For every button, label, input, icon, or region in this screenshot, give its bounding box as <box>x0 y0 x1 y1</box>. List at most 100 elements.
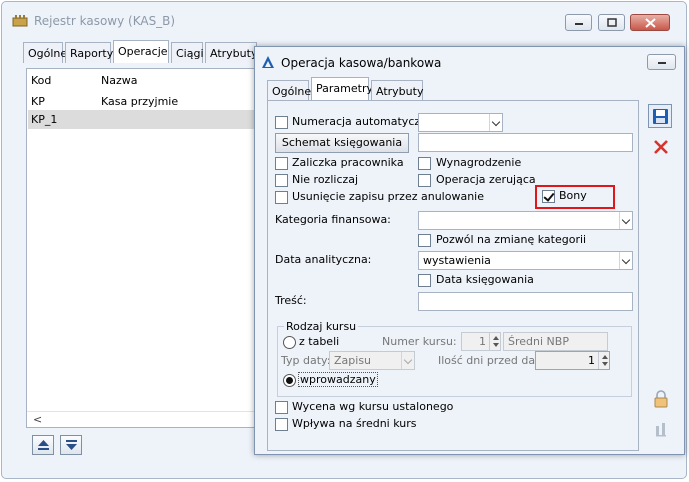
wprowadzany-radio[interactable] <box>283 374 296 387</box>
ilosc-dni-stepper[interactable]: 1 <box>535 351 610 370</box>
bony-label: Bony <box>559 189 587 202</box>
schemat-ksiegowania-button[interactable]: Schemat księgowania <box>275 133 409 153</box>
bony-checkbox[interactable] <box>542 190 555 203</box>
bg-tab-atrybuty[interactable]: Atrybuty <box>205 42 257 63</box>
tab-atrybuty[interactable]: Atrybuty <box>371 80 423 101</box>
spinner-arrows-icon[interactable] <box>598 352 609 369</box>
numeracja-checkbox[interactable] <box>275 116 288 129</box>
spinner-arrows-icon[interactable] <box>489 333 500 350</box>
dialog-title-bar: Operacja kasowa/bankowa <box>255 47 684 75</box>
kategoria-label: Kategoria finansowa: <box>275 213 391 226</box>
floppy-disk-icon <box>653 109 668 124</box>
app-logo-icon <box>262 56 274 68</box>
bg-tab-label: Raporty <box>70 47 114 60</box>
tab-ogolne[interactable]: Ogólne <box>267 80 311 101</box>
kategoria-dropdown[interactable] <box>418 211 633 230</box>
close-window-button[interactable] <box>630 14 670 31</box>
chevron-down-icon[interactable] <box>619 212 632 229</box>
close-icon <box>645 18 656 28</box>
z-tabeli-label: z tabeli <box>299 335 340 348</box>
wplywa-label: Wpływa na średni kurs <box>292 417 417 430</box>
maximize-icon <box>607 18 617 27</box>
wynagrodzenie-checkbox[interactable] <box>418 157 431 170</box>
chevron-down-icon[interactable] <box>401 352 414 369</box>
data-analityczna-dropdown[interactable]: wystawienia <box>418 251 633 270</box>
dialog-tab-strip: Ogólne Parametry Atrybuty <box>267 77 447 101</box>
typ-daty-dropdown[interactable]: Zapisu <box>329 351 415 370</box>
pin-icon <box>656 423 666 437</box>
typ-daty-label: Typ daty: <box>281 354 331 367</box>
attach-button[interactable] <box>648 417 672 441</box>
lock-icon <box>654 390 668 408</box>
bg-tab-label: Ogólne <box>28 47 68 60</box>
numeracja-dropdown[interactable] <box>418 113 503 132</box>
bg-tab-strip: Ogólne Raporty Operacje Ciągi Atrybuty <box>23 40 263 64</box>
row-nazwa: Kasa przyjmie <box>101 95 179 108</box>
data-ksiegowania-checkbox[interactable] <box>418 274 431 287</box>
wprowadzany-label: wprowadzany <box>298 372 378 387</box>
ilosc-dni-label: Ilość dni przed datą: <box>438 354 550 367</box>
nie-rozliczaj-checkbox[interactable] <box>275 174 288 187</box>
numer-kursu-stepper[interactable]: 1 <box>461 332 501 351</box>
ilosc-dni-value: 1 <box>588 354 595 367</box>
usuniecie-checkbox[interactable] <box>275 191 288 204</box>
bg-tab-label: Operacje <box>118 45 168 58</box>
wycena-checkbox[interactable] <box>275 401 288 414</box>
move-down-button[interactable] <box>60 435 82 455</box>
arrow-up-tray-icon <box>38 440 49 450</box>
row-kod: KP_1 <box>31 113 58 126</box>
rodzaj-kursu-legend: Rodzaj kursu <box>284 320 359 333</box>
data-analityczna-label: Data analityczna: <box>275 253 372 266</box>
tresc-field[interactable] <box>418 292 633 311</box>
bg-tab-operacje[interactable]: Operacje <box>113 40 169 63</box>
dialog-title: Operacja kasowa/bankowa <box>281 56 442 70</box>
chevron-down-icon[interactable] <box>489 114 502 131</box>
operacja-zerujaca-label: Operacja zerująca <box>436 173 536 186</box>
chevron-down-icon[interactable] <box>619 252 632 269</box>
operacja-zerujaca-checkbox[interactable] <box>418 174 431 187</box>
table-row-selected[interactable]: KP_1 <box>28 110 264 129</box>
numer-kursu-label: Numer kursu: <box>382 335 457 348</box>
cancel-button[interactable] <box>648 134 672 158</box>
numer-kursu-value: 1 <box>479 335 486 348</box>
horizontal-scrollbar[interactable]: < <box>27 411 265 428</box>
tab-parametry[interactable]: Parametry <box>311 77 373 100</box>
zaliczka-label: Zaliczka pracownika <box>292 156 404 169</box>
tresc-label: Treść: <box>275 294 307 307</box>
pozwol-checkbox[interactable] <box>418 234 431 247</box>
minimize-button[interactable] <box>565 14 592 31</box>
table-row[interactable]: KP Kasa przyjmie <box>28 92 264 111</box>
bg-tab-label: Atrybuty <box>210 47 258 60</box>
bg-tab-ogolne[interactable]: Ogólne <box>23 42 67 63</box>
usuniecie-label: Usunięcie zapisu przez anulowanie <box>292 190 484 203</box>
maximize-button[interactable] <box>598 14 625 31</box>
data-analityczna-value: wystawienia <box>423 254 491 267</box>
schemat-field[interactable] <box>418 133 633 152</box>
data-ksiegowania-label: Data księgowania <box>436 273 534 286</box>
bg-tab-ciagi[interactable]: Ciągi <box>171 42 204 63</box>
column-header-kod[interactable]: Kod <box>31 71 51 90</box>
typ-daty-value: Zapisu <box>334 354 372 367</box>
wplywa-checkbox[interactable] <box>275 418 288 431</box>
save-button[interactable] <box>648 104 672 128</box>
pozwol-label: Pozwól na zmianę kategorii <box>436 233 587 246</box>
column-header-nazwa[interactable]: Nazwa <box>101 71 137 90</box>
cash-register-icon <box>12 15 28 27</box>
z-tabeli-radio[interactable] <box>283 336 296 349</box>
close-icon <box>654 140 668 154</box>
parametry-panel: Numeracja automatyczna Schemat księgowan… <box>267 100 639 451</box>
move-up-button[interactable] <box>32 435 54 455</box>
bg-tab-raporty[interactable]: Raporty <box>65 42 114 63</box>
bg-tab-label: Ciągi <box>176 47 204 60</box>
scroll-left-arrow[interactable]: < <box>33 413 42 426</box>
operations-list[interactable]: Kod Nazwa KP Kasa przyjmie KP_1 < <box>26 68 266 428</box>
schemat-button-label: Schemat księgowania <box>281 136 403 149</box>
sredni-nbp-value: Średni NBP <box>508 335 569 348</box>
tab-label: Atrybuty <box>376 85 424 98</box>
zaliczka-checkbox[interactable] <box>275 157 288 170</box>
lock-button[interactable] <box>648 387 672 411</box>
arrow-down-tray-icon <box>66 440 77 450</box>
kurs-type-field: Średni NBP <box>503 332 608 351</box>
tab-label: Parametry <box>316 82 373 95</box>
dialog-minimize-button[interactable] <box>647 54 676 70</box>
